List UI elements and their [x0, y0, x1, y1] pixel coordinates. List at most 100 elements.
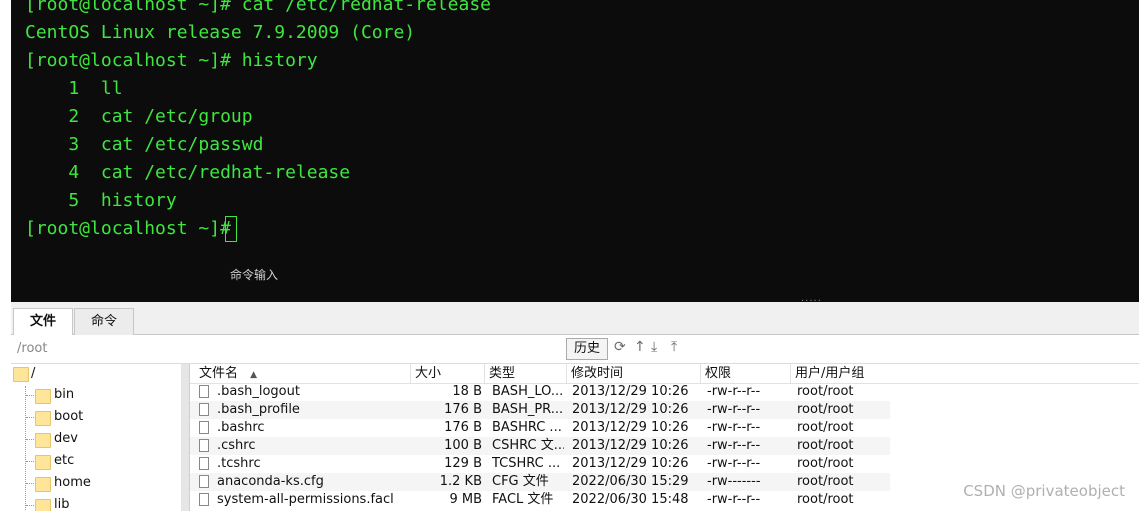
- file-icon: [199, 457, 209, 470]
- column-label: 文件名: [199, 366, 239, 381]
- file-permissions: -rw-r--r--: [707, 492, 761, 507]
- upload-icon[interactable]: ⤒: [671, 339, 677, 355]
- folder-icon: [13, 367, 29, 382]
- file-icon: [199, 439, 209, 452]
- file-owner: root/root: [797, 402, 854, 417]
- file-size: 1.2 KB: [439, 474, 482, 489]
- file-icon: [199, 493, 209, 506]
- file-name: .bashrc: [217, 420, 265, 435]
- tree-item-bin[interactable]: bin: [54, 385, 74, 405]
- file-permissions: -rw-r--r--: [707, 420, 761, 435]
- terminal-line: 3 cat /etc/passwd: [25, 134, 264, 155]
- up-icon[interactable]: ↑: [634, 339, 646, 355]
- file-size: 176 B: [444, 402, 482, 417]
- terminal-line: [root@localhost ~]# history: [25, 50, 318, 71]
- column-header-mtime[interactable]: 修改时间: [566, 364, 700, 383]
- file-name: anaconda-ks.cfg: [217, 474, 324, 489]
- file-size: 18 B: [452, 384, 482, 399]
- directory-tree: / bin boot dev etc home lib: [11, 364, 190, 511]
- file-icon: [199, 385, 209, 398]
- tree-item-lib[interactable]: lib: [54, 495, 69, 511]
- file-type: FACL 文件: [492, 492, 554, 507]
- file-mtime: 2013/12/29 10:26: [572, 420, 689, 435]
- file-name: .cshrc: [217, 438, 256, 453]
- file-permissions: -rw-r--r--: [707, 402, 761, 417]
- tree-item-boot[interactable]: boot: [54, 407, 83, 427]
- command-input-hint[interactable]: 命令输入: [230, 266, 278, 283]
- tree-connector: [25, 386, 26, 511]
- folder-icon: [35, 433, 51, 448]
- file-permissions: -rw-------: [707, 474, 761, 489]
- tree-item-dev[interactable]: dev: [54, 429, 78, 449]
- terminal-line: [root@localhost ~]# cat /etc/redhat-rele…: [25, 0, 491, 15]
- terminal-panel[interactable]: [root@localhost ~]# cat /etc/redhat-rele…: [11, 0, 1139, 302]
- file-mtime: 2022/06/30 15:48: [572, 492, 689, 507]
- folder-icon: [35, 389, 51, 404]
- table-row[interactable]: .tcshrc 129 B TCSHRC ... 2013/12/29 10:2…: [190, 455, 890, 473]
- tree-item-root[interactable]: /: [31, 364, 35, 384]
- file-mtime: 2013/12/29 10:26: [572, 438, 689, 453]
- terminal-line: 1 ll: [25, 78, 123, 99]
- file-size: 100 B: [444, 438, 482, 453]
- file-mtime: 2022/06/30 15:29: [572, 474, 689, 489]
- file-icon: [199, 403, 209, 416]
- tab-commands[interactable]: 命令: [74, 308, 134, 335]
- file-mtime: 2013/12/29 10:26: [572, 402, 689, 417]
- file-permissions: -rw-r--r--: [707, 438, 761, 453]
- terminal-line: 4 cat /etc/redhat-release: [25, 162, 351, 183]
- file-name: .tcshrc: [217, 456, 261, 471]
- terminal-line: 2 cat /etc/group: [25, 106, 253, 127]
- file-permissions: -rw-r--r--: [707, 456, 761, 471]
- tab-bar: 文件 命令: [11, 302, 1139, 336]
- table-row[interactable]: anaconda-ks.cfg 1.2 KB CFG 文件 2022/06/30…: [190, 473, 890, 491]
- file-type: TCSHRC ...: [492, 456, 561, 471]
- file-mtime: 2013/12/29 10:26: [572, 456, 689, 471]
- file-owner: root/root: [797, 456, 854, 471]
- tree-scrollbar[interactable]: [181, 364, 189, 511]
- file-permissions: -rw-r--r--: [707, 384, 761, 399]
- csdn-watermark: CSDN @privateobject: [963, 482, 1125, 500]
- file-icon: [199, 421, 209, 434]
- download-icon[interactable]: ⤓: [651, 339, 657, 355]
- file-mtime: 2013/12/29 10:26: [572, 384, 689, 399]
- table-row[interactable]: .bashrc 176 B BASHRC ... 2013/12/29 10:2…: [190, 419, 890, 437]
- refresh-icon[interactable]: ⟳: [614, 339, 626, 355]
- file-owner: root/root: [797, 438, 854, 453]
- column-header-size[interactable]: 大小: [410, 364, 484, 383]
- tab-files[interactable]: 文件: [13, 308, 73, 336]
- table-row[interactable]: .bash_logout 18 B BASH_LO... 2013/12/29 …: [190, 383, 890, 401]
- file-type: BASHRC ...: [492, 420, 562, 435]
- file-owner: root/root: [797, 492, 854, 507]
- column-header-name[interactable]: 文件名 ▲: [190, 364, 410, 383]
- folder-icon: [35, 499, 51, 511]
- folder-icon: [35, 455, 51, 470]
- tree-item-etc[interactable]: etc: [54, 451, 74, 471]
- file-name: .bash_profile: [217, 402, 300, 417]
- sort-ascending-icon: ▲: [250, 370, 258, 380]
- file-list-header: 文件名 ▲ 大小 类型 修改时间 权限 用户/用户组: [190, 364, 1139, 384]
- file-size: 9 MB: [449, 492, 482, 507]
- table-row[interactable]: system-all-permissions.facl 9 MB FACL 文件…: [190, 491, 890, 509]
- file-owner: root/root: [797, 384, 854, 399]
- column-header-owner[interactable]: 用户/用户组: [790, 364, 890, 383]
- column-header-type[interactable]: 类型: [484, 364, 566, 383]
- terminal-prompt: [root@localhost ~]#: [25, 218, 242, 239]
- folder-icon: [35, 411, 51, 426]
- file-owner: root/root: [797, 474, 854, 489]
- table-row[interactable]: .bash_profile 176 B BASH_PR... 2013/12/2…: [190, 401, 890, 419]
- terminal-cursor: [225, 216, 237, 242]
- file-type: BASH_LO...: [492, 384, 564, 399]
- file-type: CFG 文件: [492, 474, 549, 489]
- terminal-line: 5 history: [25, 190, 177, 211]
- column-header-permissions[interactable]: 权限: [700, 364, 790, 383]
- path-input[interactable]: /root: [17, 341, 47, 356]
- file-name: system-all-permissions.facl: [217, 492, 394, 507]
- file-size: 176 B: [444, 420, 482, 435]
- table-row[interactable]: .cshrc 100 B CSHRC 文... 2013/12/29 10:26…: [190, 437, 890, 455]
- history-button[interactable]: 历史: [566, 338, 608, 360]
- file-name: .bash_logout: [217, 384, 300, 399]
- splitter-grip[interactable]: .....: [801, 293, 822, 302]
- tree-item-home[interactable]: home: [54, 473, 91, 493]
- file-size: 129 B: [444, 456, 482, 471]
- path-bar: /root 历史 ⟳ ↑ ⤓ ⤒: [11, 335, 1139, 364]
